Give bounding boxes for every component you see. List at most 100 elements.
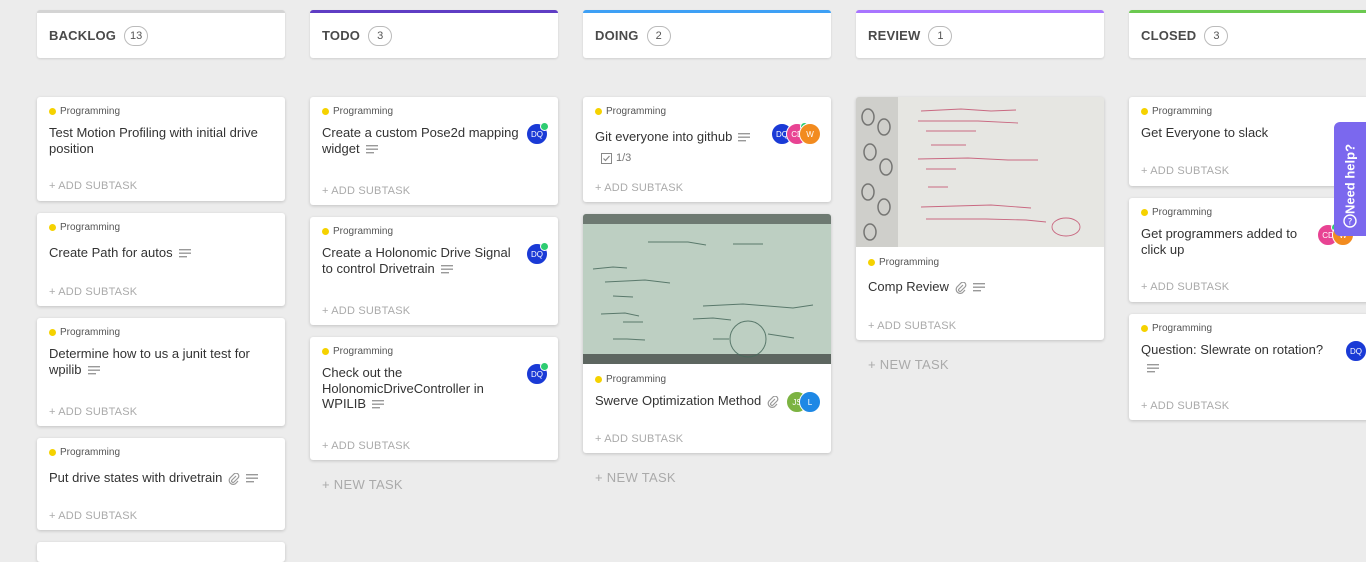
task-title[interactable]: Get programmers added to click up xyxy=(1141,226,1311,257)
add-subtask-button[interactable]: + ADD SUBTASK xyxy=(322,440,410,452)
need-help-label: Need help? xyxy=(1342,143,1358,215)
add-subtask-button[interactable]: + ADD SUBTASK xyxy=(49,286,137,298)
tag-label: Programming xyxy=(60,447,121,458)
add-subtask-button[interactable]: + ADD SUBTASK xyxy=(322,185,410,197)
status-dot xyxy=(49,224,56,231)
task-title-row[interactable]: Put drive states with drivetrain xyxy=(49,470,259,486)
task-title[interactable]: Git everyone into github xyxy=(595,129,732,144)
task-title[interactable]: Create Path for autos xyxy=(49,245,173,260)
tag: Programming xyxy=(1141,323,1212,334)
status-dot xyxy=(1141,108,1148,115)
new-task-button[interactable]: + NEW TASK xyxy=(595,470,676,485)
column-header-todo[interactable]: TODO 3 xyxy=(310,10,558,58)
task-title-row[interactable]: Check out the HolonomicDriveController i… xyxy=(322,365,512,412)
online-indicator xyxy=(540,122,549,131)
tag: Programming xyxy=(49,222,120,233)
task-title[interactable]: Get Everyone to slack xyxy=(1141,125,1268,141)
task-card[interactable]: Programming Determine how to us a junit … xyxy=(37,318,285,426)
task-card[interactable]: Programming Question: Slewrate on rotati… xyxy=(1129,314,1366,420)
task-title-row[interactable]: Comp Review xyxy=(868,279,985,295)
task-title-row[interactable]: Create a custom Pose2d mapping widget xyxy=(322,125,522,156)
task-title-row[interactable]: Determine how to us a junit test for wpi… xyxy=(49,346,274,377)
task-title-row[interactable]: Create a Holonomic Drive Signal to contr… xyxy=(322,245,522,276)
task-count-badge: 3 xyxy=(368,25,393,46)
description-icon xyxy=(440,264,453,273)
avatar[interactable]: W xyxy=(799,123,821,145)
task-count-badge: 13 xyxy=(124,25,149,46)
tag: Programming xyxy=(322,346,393,357)
tag-label: Programming xyxy=(1152,207,1213,218)
column-closed: CLOSED 3 Programming Get Everyone to sla… xyxy=(1129,0,1366,544)
column-title: TODO xyxy=(322,28,361,43)
task-count-badge: 1 xyxy=(928,25,953,46)
column-header-review[interactable]: REVIEW 1 xyxy=(856,10,1104,58)
description-icon xyxy=(365,144,378,153)
new-task-button[interactable]: + NEW TASK xyxy=(322,477,403,492)
task-card[interactable]: Programming Create Path for autos + ADD … xyxy=(37,213,285,306)
avatar[interactable]: L xyxy=(799,391,821,413)
add-subtask-button[interactable]: + ADD SUBTASK xyxy=(322,305,410,317)
add-subtask-button[interactable]: + ADD SUBTASK xyxy=(1141,281,1229,293)
task-card[interactable]: Programming Get Everyone to slack + ADD … xyxy=(1129,97,1366,186)
avatar[interactable]: DQ xyxy=(1345,340,1366,362)
avatar-initials: DQ xyxy=(531,129,543,139)
svg-text:?: ? xyxy=(1348,218,1353,228)
column-title: CLOSED xyxy=(1141,28,1197,43)
tag: Programming xyxy=(1141,106,1212,117)
whiteboard-image[interactable] xyxy=(856,97,1104,247)
task-title[interactable]: Question: Slewrate on rotation? xyxy=(1141,342,1323,358)
status-dot xyxy=(868,259,875,266)
tag-label: Programming xyxy=(60,106,121,117)
description-icon xyxy=(87,365,100,374)
need-help-button[interactable]: Need help? ? xyxy=(1334,122,1366,236)
description-icon xyxy=(1147,364,1159,373)
tag-label: Programming xyxy=(1152,323,1213,334)
task-card[interactable]: Programming Put drive states with drivet… xyxy=(37,438,285,530)
task-title-row[interactable]: Git everyone into github xyxy=(595,129,751,145)
task-card[interactable]: Programming Comp Review + ADD SUBTASK xyxy=(856,97,1104,340)
add-subtask-button[interactable]: + ADD SUBTASK xyxy=(49,406,137,418)
add-subtask-button[interactable]: + ADD SUBTASK xyxy=(595,182,683,194)
task-title[interactable]: Swerve Optimization Method xyxy=(595,393,761,408)
avatar-initials: DQ xyxy=(1350,346,1362,356)
paperclip-icon xyxy=(955,281,967,294)
new-task-button[interactable]: + NEW TASK xyxy=(868,357,949,372)
column-header-closed[interactable]: CLOSED 3 xyxy=(1129,10,1366,58)
task-card[interactable]: Programming Create a Holonomic Drive Sig… xyxy=(310,217,558,325)
column-header-backlog[interactable]: BACKLOG 13 xyxy=(37,10,285,58)
whiteboard-image[interactable] xyxy=(583,214,831,364)
avatar[interactable]: DQ xyxy=(526,242,549,265)
add-subtask-button[interactable]: + ADD SUBTASK xyxy=(49,510,137,522)
task-title[interactable]: Test Motion Profiling with initial drive… xyxy=(49,125,274,156)
online-indicator xyxy=(540,362,549,371)
task-title[interactable]: Comp Review xyxy=(868,279,949,294)
task-title[interactable]: Determine how to us a junit test for wpi… xyxy=(49,346,250,377)
avatar[interactable]: DQ xyxy=(526,362,549,385)
add-subtask-button[interactable]: + ADD SUBTASK xyxy=(868,320,956,332)
task-title[interactable]: Create a custom Pose2d mapping widget xyxy=(322,125,519,156)
description-icon xyxy=(738,133,751,142)
task-title[interactable]: Check out the HolonomicDriveController i… xyxy=(322,365,484,411)
add-subtask-button[interactable]: + ADD SUBTASK xyxy=(1141,400,1229,412)
checklist-indicator[interactable]: 1/3 xyxy=(601,152,631,164)
task-card[interactable] xyxy=(37,542,285,562)
column-header-doing[interactable]: DOING 2 xyxy=(583,10,831,58)
description-icon xyxy=(372,400,385,409)
task-title-row[interactable]: Create Path for autos xyxy=(49,245,191,261)
add-subtask-button[interactable]: + ADD SUBTASK xyxy=(49,180,137,192)
avatar[interactable]: DQ xyxy=(526,122,549,145)
task-title-row[interactable]: Swerve Optimization Method xyxy=(595,393,779,409)
task-card[interactable]: Programming Test Motion Profiling with i… xyxy=(37,97,285,201)
task-card[interactable]: Programming Swerve Optimization Method J… xyxy=(583,214,831,453)
column-title: BACKLOG xyxy=(49,28,117,43)
task-card[interactable]: Programming Git everyone into github 1/3… xyxy=(583,97,831,202)
tag: Programming xyxy=(595,374,666,385)
task-card[interactable]: Programming Get programmers added to cli… xyxy=(1129,198,1366,302)
task-card[interactable]: Programming Check out the HolonomicDrive… xyxy=(310,337,558,460)
add-subtask-button[interactable]: + ADD SUBTASK xyxy=(1141,165,1229,177)
column-todo: TODO 3 Programming Create a custom Pose2… xyxy=(310,0,558,544)
task-title[interactable]: Put drive states with drivetrain xyxy=(49,470,222,485)
task-title[interactable]: Create a Holonomic Drive Signal to contr… xyxy=(322,245,511,276)
add-subtask-button[interactable]: + ADD SUBTASK xyxy=(595,433,683,445)
task-card[interactable]: Programming Create a custom Pose2d mappi… xyxy=(310,97,558,205)
